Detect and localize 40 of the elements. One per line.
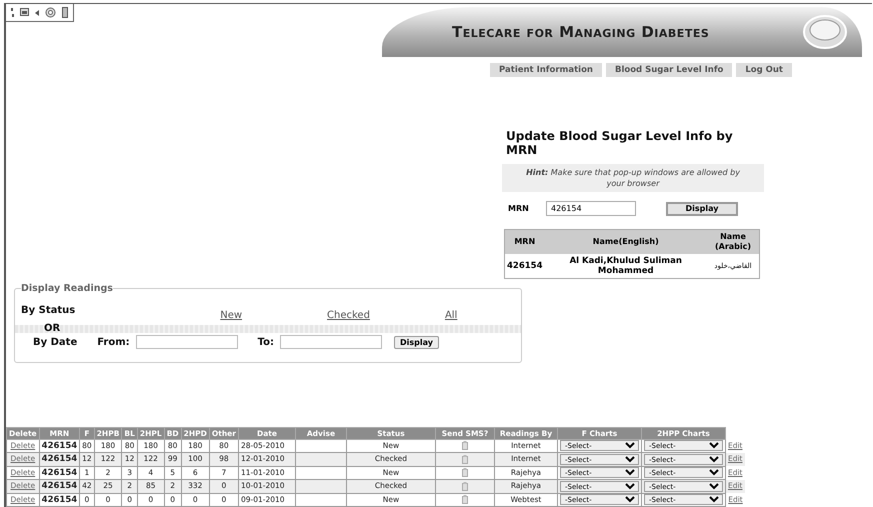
display-button[interactable]: Display [394, 336, 440, 348]
phone-icon[interactable] [62, 7, 68, 18]
table-cell: 426154 [39, 452, 80, 466]
column-header: Name (Arabic) [707, 230, 760, 254]
from-label: From: [97, 336, 130, 348]
or-label: OR [44, 323, 60, 334]
nav-tab[interactable]: Blood Sugar Level Info [606, 63, 732, 77]
mrn-field[interactable]: 426154 [546, 201, 636, 216]
app-title: Telecare for Managing Diabetes [452, 23, 710, 41]
table-cell: 426154 [39, 480, 80, 493]
sms-icon[interactable] [462, 482, 468, 491]
table-cell: 426154 [39, 493, 80, 506]
table-cell: Al Kadi,Khulud Suliman Mohammed [544, 254, 707, 278]
column-header: MRN [504, 230, 544, 254]
mrn-label: MRN [508, 204, 530, 213]
grip-icon[interactable] [11, 8, 14, 18]
display-button[interactable]: Display [666, 202, 738, 216]
hint-text: Hint: Make sure that pop-up windows are allowed by your browser [502, 164, 764, 192]
status-link[interactable]: Checked [327, 310, 370, 320]
nav-tab[interactable]: Patient Information [490, 63, 602, 77]
column-header: Name(English) [544, 230, 707, 254]
date-label: By Date [33, 336, 78, 348]
nav-tab[interactable]: Log Out [736, 63, 792, 77]
date-field[interactable] [280, 335, 382, 349]
target-icon[interactable] [45, 7, 56, 18]
status-label: By Status [21, 304, 76, 316]
sms-icon[interactable] [462, 468, 468, 478]
status-link[interactable]: All [444, 310, 458, 320]
screen-icon[interactable] [20, 8, 29, 17]
status-link[interactable]: New [220, 310, 242, 320]
caret-icon[interactable] [35, 10, 39, 16]
to-label: To: [258, 336, 274, 348]
section-title: Update Blood Sugar Level Info by MRN [506, 129, 734, 157]
sms-icon[interactable] [462, 495, 468, 504]
sms-icon[interactable] [462, 454, 468, 464]
disc-icon [802, 13, 848, 51]
sms-icon[interactable] [462, 441, 468, 450]
date-field[interactable] [136, 335, 238, 349]
table-cell: 426154 [504, 254, 544, 278]
panel-legend: Display Readings [21, 283, 113, 294]
